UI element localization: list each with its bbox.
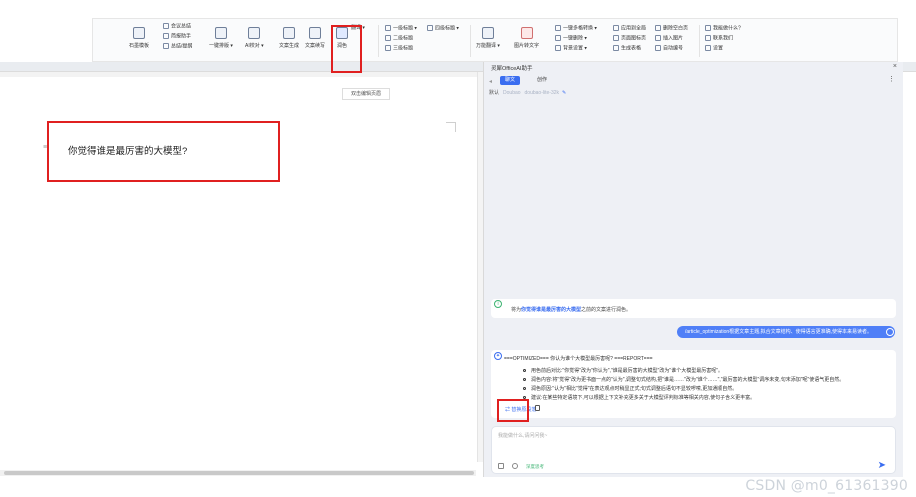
blank-page-icon: [655, 25, 661, 31]
copy-continue-button[interactable]: 文案续写: [305, 27, 325, 49]
tab-create[interactable]: 创作: [532, 76, 552, 85]
divider: [699, 25, 700, 57]
divider: [378, 25, 379, 57]
table-icon: [613, 45, 619, 51]
generate-icon: [283, 27, 295, 39]
global-icon: [613, 25, 619, 31]
chat-input[interactable]: 我能做什么,请问问我~ 深度思考 ➤: [491, 426, 896, 474]
tab-chat[interactable]: 聊文: [500, 76, 521, 85]
heading-icon: [427, 25, 433, 31]
user-avatar-icon: [886, 328, 894, 336]
meeting-summary-button[interactable]: 会议总结: [163, 23, 191, 30]
highlight-box-replace: [497, 399, 529, 422]
brief-assistant-button[interactable]: 简报助手: [163, 33, 191, 40]
multi-format-convert-button[interactable]: 一键多格转换 ▾: [555, 25, 597, 32]
auto-numbering-button[interactable]: 自动编号: [655, 45, 683, 52]
ai-assistant-panel: 灵犀OfficeAI助手 × ⋮ ◂ 聊文 创作 默认 Doubao doubao-…: [483, 62, 903, 477]
response-header: ===OPTIMIZED=== 你认为谁个大模型最厉害呢? ===REPORT=…: [504, 356, 653, 362]
proofread-icon: [248, 27, 261, 39]
universal-translate-button[interactable]: 万能翻译 ▾: [476, 27, 500, 49]
deep-think-toggle[interactable]: 深度思考: [526, 464, 544, 470]
layout-icon: [214, 27, 227, 39]
one-click-delete-button[interactable]: 一键删除 ▾: [555, 35, 587, 42]
delete-icon: [555, 35, 561, 41]
gear-icon: [705, 45, 711, 51]
more-menu-icon[interactable]: ⋮: [888, 75, 895, 83]
response-bullet: 润色原因:"认为"相比"觉得"在表达观点时稍显正式;句式调整后语句不显较啰嗦,更…: [523, 385, 737, 392]
numbering-icon: [655, 45, 661, 51]
ribbon-toolbar: 石墨模板 会议总结 简报助手 总结/提纲 一键排版 ▾ AI校对 ▾ 文案生成 …: [92, 18, 898, 62]
outline-button[interactable]: 总结/提纲: [163, 43, 192, 50]
page-icon-button[interactable]: 页面图标页: [613, 35, 646, 42]
translate-icon: [481, 27, 494, 39]
user-message-bubble: /article_optimization根据文章主题,拟合文章结构、使得语言更…: [677, 326, 895, 338]
chat-input-placeholder: 我能做什么,请问问我~: [498, 433, 548, 439]
help-icon: [705, 25, 711, 31]
heading-icon: [385, 45, 391, 51]
image-icon: [520, 27, 533, 39]
header-edit-tooltip: 双击编辑页眉: [342, 88, 390, 100]
assistant-avatar-icon: ✦: [494, 352, 502, 360]
insert-image-icon: [655, 35, 661, 41]
shimo-template-button[interactable]: 石墨模板: [129, 27, 149, 49]
settings-icon[interactable]: [512, 463, 518, 469]
highlight-box-polish: [331, 25, 362, 73]
template-icon: [133, 27, 145, 39]
heading1-button[interactable]: 一级标题 ▾: [385, 25, 417, 32]
insert-image-button[interactable]: 插入图片: [655, 35, 683, 42]
watermark: CSDN @m0_61361390: [745, 478, 908, 494]
contact-us-button[interactable]: 联系我们: [705, 35, 733, 42]
model-selector[interactable]: 默认 Doubao doubao-lite-32k ✎: [489, 89, 566, 96]
divider: [470, 25, 471, 57]
heading3-button[interactable]: 三级标题: [385, 45, 413, 52]
back-arrow-icon[interactable]: ◂: [489, 78, 492, 85]
scrollbar-thumb[interactable]: [4, 471, 474, 475]
continue-writing-icon: [309, 27, 321, 39]
copy-icon[interactable]: [535, 405, 540, 411]
what-can-i-do-button[interactable]: 我能做什么?: [705, 25, 741, 32]
heading-icon: [385, 25, 391, 31]
settings-button[interactable]: 设置: [705, 45, 723, 52]
response-bullet: 建议:在某些特定语境下,可以根据上下文补充更多关于大模型评判标准等相关内容,使句…: [523, 394, 755, 401]
response-bullet: 用色前后对比:"你觉得"改为"你认为","谁是最厉害的大模型"改为"谁个大模型最…: [523, 367, 723, 374]
margin-corner-mark: [446, 122, 456, 132]
document-horizontal-scrollbar[interactable]: [0, 470, 476, 476]
convert-icon: [555, 25, 561, 31]
background-settings-button[interactable]: 背景设置 ▾: [555, 45, 587, 52]
panel-title: 灵犀OfficeAI助手: [491, 66, 533, 72]
image-to-text-button[interactable]: 图片转文字: [514, 27, 539, 49]
info-icon: i: [494, 300, 502, 308]
apply-global-button[interactable]: 应用到全局: [613, 25, 646, 32]
outline-icon: [163, 43, 169, 49]
attach-icon[interactable]: [498, 463, 504, 469]
system-message: i 将为你觉得谁是最厉害的大模型之前的文案进行润色。: [491, 299, 896, 318]
one-click-layout-button[interactable]: 一键排版 ▾: [209, 27, 233, 49]
heading2-button[interactable]: 二级标题: [385, 35, 413, 42]
send-icon[interactable]: ➤: [878, 460, 886, 471]
generate-table-button[interactable]: 生成表格: [613, 45, 641, 52]
heading-icon: [385, 35, 391, 41]
delete-blank-page-button[interactable]: 删除空白页: [655, 25, 688, 32]
copy-generate-button[interactable]: 文案生成: [279, 27, 299, 49]
assistant-response-card: ✦ ===OPTIMIZED=== 你认为谁个大模型最厉害呢? ===REPOR…: [491, 350, 896, 418]
heading4-button[interactable]: 四级标题 ▾: [427, 25, 459, 32]
brief-icon: [163, 33, 169, 39]
highlight-box-question: [47, 121, 280, 182]
close-icon[interactable]: ×: [893, 63, 897, 70]
page-icon: [613, 35, 619, 41]
background-icon: [555, 45, 561, 51]
contact-icon: [705, 35, 711, 41]
edit-icon[interactable]: ✎: [562, 90, 566, 96]
summary-icon: [163, 23, 169, 29]
response-bullet: 润色内容:将"觉得"改为更书面一点的"认为",调整句式结构,把"谁是……"改为"…: [523, 376, 844, 383]
ai-proofread-button[interactable]: AI校对 ▾: [245, 27, 264, 49]
